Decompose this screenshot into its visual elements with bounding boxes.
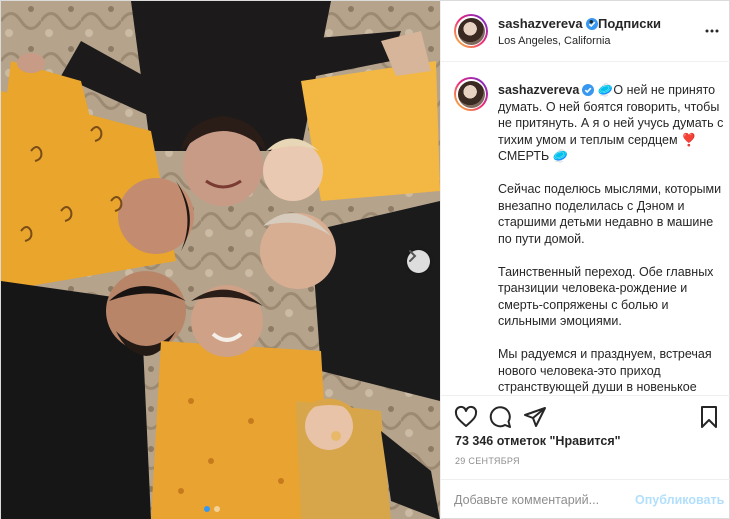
caption-inline-word: СМЕРТЬ [498,149,550,163]
caption-text: sashazvereva 🥏О ней не принято думать. О… [498,82,724,395]
carousel-dot [214,506,220,512]
carousel-dots [204,506,220,512]
comment-icon[interactable] [488,405,512,429]
action-bar [441,395,730,435]
caption-paragraph-4: Мы радуемся и празднуем, встречая нового… [498,347,712,394]
emoji: 🥏 [597,83,614,97]
likes-count[interactable]: 73 346 отметок "Нравится" [455,434,621,448]
share-icon[interactable] [523,405,547,429]
username-link[interactable]: sashazvereva [498,16,598,31]
carousel-dot-active [204,506,210,512]
chevron-right-icon [409,250,417,262]
post-photo[interactable] [1,1,440,519]
verified-icon [582,84,595,96]
emoji: 🥏 [552,149,569,163]
post-date[interactable]: 29 СЕНТЯБРЯ [455,456,520,466]
avatar[interactable] [454,14,488,48]
following-button[interactable]: Подписки [598,16,661,31]
family-photo-illustration [1,1,440,519]
caption-username[interactable]: sashazvereva [498,83,579,97]
carousel-next-button[interactable] [407,250,430,273]
instagram-post: sashazvereva • Подписки Los Angeles, Cal… [0,0,730,519]
more-icon[interactable] [704,23,720,39]
comment-bar: Опубликовать [441,479,730,519]
post-header: sashazvereva • Подписки Los Angeles, Cal… [441,1,730,62]
heart-icon[interactable] [454,405,478,429]
location-link[interactable]: Los Angeles, California [498,35,611,47]
avatar-image [457,80,485,108]
post-caption: sashazvereva 🥏О ней не принято думать. О… [441,63,730,395]
post-sidebar: sashazvereva • Подписки Los Angeles, Cal… [440,1,730,519]
avatar-image [457,17,485,45]
bookmark-icon[interactable] [697,405,721,429]
publish-button[interactable]: Опубликовать [635,493,724,507]
emoji: ❣️ [681,132,697,147]
header-separator: • [589,14,594,29]
caption-avatar[interactable] [454,77,488,111]
caption-paragraph: sashazvereva 🥏О ней не принято думать. О… [498,82,724,165]
comment-input[interactable] [454,491,634,509]
caption-paragraph-2: Сейчас поделюсь мыслями, которыми внезап… [498,182,722,246]
caption-paragraph-3: Таинственный переход. Обе главных транзи… [498,264,714,329]
